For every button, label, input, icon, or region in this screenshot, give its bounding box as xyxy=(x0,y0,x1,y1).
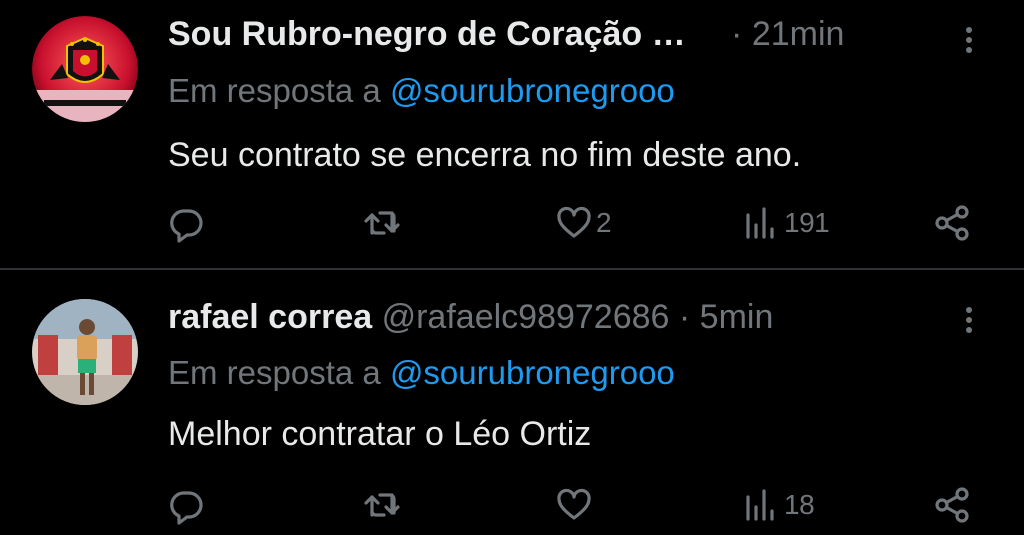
tweet-text: Melhor contratar o Léo Ortiz xyxy=(168,415,592,453)
views-count: 18 xyxy=(784,489,815,520)
tweet-header: Sou Rubro-negro de Coração … · 21min xyxy=(168,14,844,54)
timestamp[interactable]: 5min xyxy=(700,298,774,336)
display-name[interactable]: rafael correa xyxy=(168,298,372,336)
display-name[interactable]: Sou Rubro-negro de Coração … xyxy=(168,15,686,53)
reply-prefix: Em resposta a xyxy=(168,72,381,109)
like-icon xyxy=(557,488,591,520)
views-icon xyxy=(746,207,774,239)
retweet-icon xyxy=(364,493,400,517)
reply-icon xyxy=(170,209,203,243)
separator-dot: · xyxy=(678,298,691,336)
action-bar: 2 191 xyxy=(0,203,1024,243)
like-icon xyxy=(557,206,591,238)
tweet-header: rafael correa @rafaelc98972686 · 5min xyxy=(168,297,773,337)
reply-mention-link[interactable]: @sourubronegrooo xyxy=(390,354,675,391)
reply-context: Em resposta a @sourubronegrooo xyxy=(168,353,675,393)
views-icon xyxy=(746,489,774,521)
like-count: 2 xyxy=(596,207,612,238)
like-button[interactable] xyxy=(554,485,596,525)
tweet[interactable]: rafael correa @rafaelc98972686 · 5min Em… xyxy=(0,270,1024,535)
timestamp[interactable]: 21min xyxy=(752,15,845,53)
retweet-icon xyxy=(364,211,400,235)
views-button[interactable]: 191 xyxy=(742,203,830,243)
user-handle[interactable]: @rafaelc98972686 xyxy=(382,298,670,336)
share-icon xyxy=(935,487,969,523)
share-button[interactable] xyxy=(932,203,972,243)
avatar[interactable] xyxy=(32,299,138,405)
more-icon[interactable] xyxy=(957,20,981,60)
reply-button[interactable] xyxy=(166,485,206,525)
separator-dot: · xyxy=(731,15,743,53)
reply-context: Em resposta a @sourubronegrooo xyxy=(168,71,675,111)
views-count: 191 xyxy=(784,207,830,238)
share-icon xyxy=(935,205,969,241)
share-button[interactable] xyxy=(932,485,972,525)
reply-prefix: Em resposta a xyxy=(168,354,381,391)
tweet-text: Seu contrato se encerra no fim deste ano… xyxy=(168,136,802,174)
reply-button[interactable] xyxy=(166,203,206,243)
views-button[interactable]: 18 xyxy=(742,485,815,525)
avatar[interactable] xyxy=(32,16,138,122)
reply-mention-link[interactable]: @sourubronegrooo xyxy=(390,72,675,109)
more-icon[interactable] xyxy=(957,300,981,340)
tweet[interactable]: Sou Rubro-negro de Coração … · 21min Em … xyxy=(0,0,1024,268)
retweet-button[interactable] xyxy=(362,485,402,525)
like-button[interactable]: 2 xyxy=(554,203,612,243)
retweet-button[interactable] xyxy=(362,203,402,243)
reply-icon xyxy=(170,491,203,525)
action-bar: 18 xyxy=(0,485,1024,525)
